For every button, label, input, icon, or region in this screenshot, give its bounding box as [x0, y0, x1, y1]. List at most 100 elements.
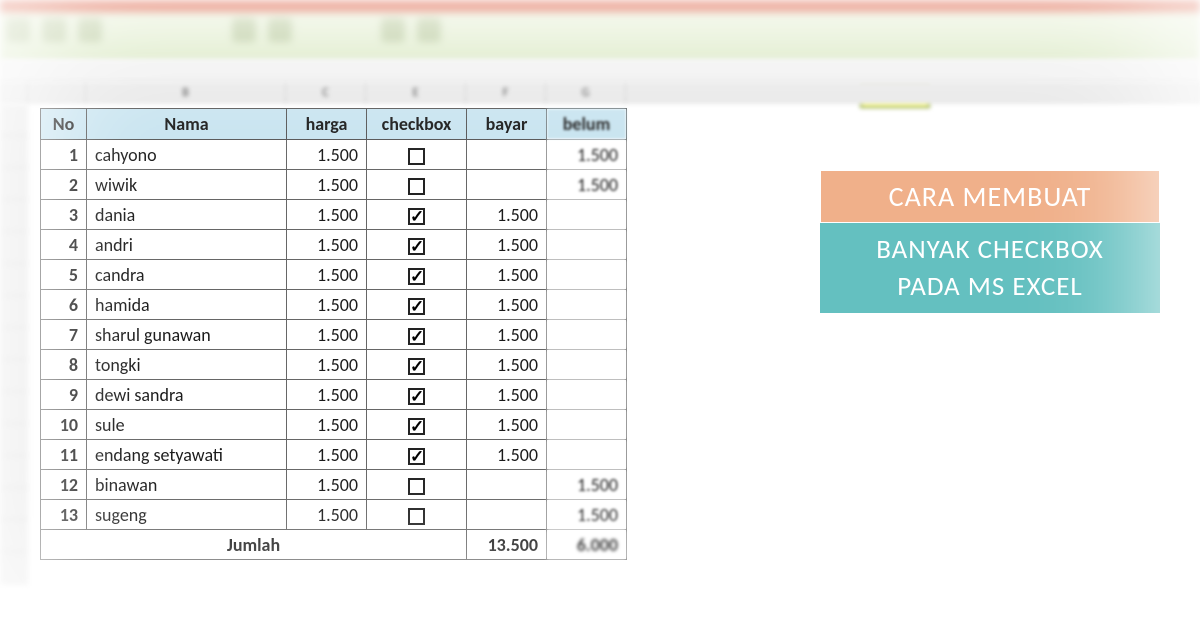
total-bayar[interactable]: 13.500 — [467, 530, 547, 560]
header-no[interactable]: No — [41, 109, 87, 140]
cell-belum[interactable]: 1.500 — [547, 170, 627, 200]
cell-belum[interactable] — [547, 200, 627, 230]
cell-belum[interactable] — [547, 320, 627, 350]
cell-no[interactable]: 5 — [41, 260, 87, 290]
cell-nama[interactable]: wiwik — [87, 170, 287, 200]
checkbox-icon[interactable] — [408, 328, 425, 345]
cell-checkbox[interactable] — [367, 320, 467, 350]
checkbox-icon[interactable] — [408, 448, 425, 465]
checkbox-icon[interactable] — [408, 388, 425, 405]
cell-bayar[interactable] — [467, 500, 547, 530]
cell-belum[interactable] — [547, 230, 627, 260]
cell-belum[interactable] — [547, 290, 627, 320]
cell-no[interactable]: 3 — [41, 200, 87, 230]
header-harga[interactable]: harga — [287, 109, 367, 140]
cell-bayar[interactable]: 1.500 — [467, 260, 547, 290]
cell-nama[interactable]: sharul gunawan — [87, 320, 287, 350]
cell-no[interactable]: 12 — [41, 470, 87, 500]
checkbox-icon[interactable] — [408, 358, 425, 375]
cell-belum[interactable]: 1.500 — [547, 140, 627, 170]
checkbox-icon[interactable] — [408, 148, 425, 165]
cell-nama[interactable]: sule — [87, 410, 287, 440]
cell-checkbox[interactable] — [367, 470, 467, 500]
total-label[interactable]: Jumlah — [41, 530, 467, 560]
cell-harga[interactable]: 1.500 — [287, 230, 367, 260]
cell-checkbox[interactable] — [367, 170, 467, 200]
cell-no[interactable]: 6 — [41, 290, 87, 320]
cell-checkbox[interactable] — [367, 290, 467, 320]
checkbox-icon[interactable] — [408, 298, 425, 315]
cell-nama[interactable]: dewi sandra — [87, 380, 287, 410]
cell-bayar[interactable] — [467, 140, 547, 170]
cell-belum[interactable] — [547, 260, 627, 290]
cell-checkbox[interactable] — [367, 440, 467, 470]
cell-harga[interactable]: 1.500 — [287, 380, 367, 410]
header-bayar[interactable]: bayar — [467, 109, 547, 140]
header-belum[interactable]: belum — [547, 109, 627, 140]
cell-no[interactable]: 7 — [41, 320, 87, 350]
cell-harga[interactable]: 1.500 — [287, 470, 367, 500]
cell-harga[interactable]: 1.500 — [287, 500, 367, 530]
cell-harga[interactable]: 1.500 — [287, 140, 367, 170]
cell-bayar[interactable]: 1.500 — [467, 350, 547, 380]
checkbox-icon[interactable] — [408, 178, 425, 195]
cell-harga[interactable]: 1.500 — [287, 410, 367, 440]
checkbox-icon[interactable] — [408, 418, 425, 435]
cell-bayar[interactable]: 1.500 — [467, 410, 547, 440]
cell-belum[interactable]: 1.500 — [547, 470, 627, 500]
cell-harga[interactable]: 1.500 — [287, 320, 367, 350]
cell-harga[interactable]: 1.500 — [287, 170, 367, 200]
cell-nama[interactable]: dania — [87, 200, 287, 230]
cell-harga[interactable]: 1.500 — [287, 350, 367, 380]
checkbox-icon[interactable] — [408, 268, 425, 285]
checkbox-icon[interactable] — [408, 478, 425, 495]
cell-nama[interactable]: tongki — [87, 350, 287, 380]
cell-nama[interactable]: sugeng — [87, 500, 287, 530]
cell-checkbox[interactable] — [367, 410, 467, 440]
cell-bayar[interactable]: 1.500 — [467, 290, 547, 320]
cell-checkbox[interactable] — [367, 200, 467, 230]
cell-no[interactable]: 9 — [41, 380, 87, 410]
cell-nama[interactable]: cahyono — [87, 140, 287, 170]
cell-nama[interactable]: andri — [87, 230, 287, 260]
cell-belum[interactable] — [547, 410, 627, 440]
cell-checkbox[interactable] — [367, 350, 467, 380]
cell-bayar[interactable]: 1.500 — [467, 200, 547, 230]
cell-no[interactable]: 11 — [41, 440, 87, 470]
cell-bayar[interactable]: 1.500 — [467, 320, 547, 350]
cell-checkbox[interactable] — [367, 500, 467, 530]
cell-belum[interactable] — [547, 440, 627, 470]
cell-harga[interactable]: 1.500 — [287, 290, 367, 320]
cell-harga[interactable]: 1.500 — [287, 260, 367, 290]
cell-nama[interactable]: hamida — [87, 290, 287, 320]
cell-bayar[interactable]: 1.500 — [467, 380, 547, 410]
header-nama[interactable]: Nama — [87, 109, 287, 140]
cell-checkbox[interactable] — [367, 380, 467, 410]
cell-bayar[interactable] — [467, 170, 547, 200]
cell-checkbox[interactable] — [367, 140, 467, 170]
cell-no[interactable]: 8 — [41, 350, 87, 380]
column-headers[interactable]: B C E F G — [0, 82, 1200, 104]
formula-bar[interactable] — [0, 60, 1200, 82]
cell-bayar[interactable] — [467, 470, 547, 500]
cell-harga[interactable]: 1.500 — [287, 440, 367, 470]
cell-bayar[interactable]: 1.500 — [467, 440, 547, 470]
checkbox-icon[interactable] — [408, 508, 425, 525]
cell-no[interactable]: 1 — [41, 140, 87, 170]
cell-no[interactable]: 4 — [41, 230, 87, 260]
cell-nama[interactable]: candra — [87, 260, 287, 290]
cell-belum[interactable]: 1.500 — [547, 500, 627, 530]
checkbox-icon[interactable] — [408, 208, 425, 225]
cell-no[interactable]: 13 — [41, 500, 87, 530]
header-checkbox[interactable]: checkbox — [367, 109, 467, 140]
cell-belum[interactable] — [547, 380, 627, 410]
cell-nama[interactable]: endang setyawati — [87, 440, 287, 470]
cell-no[interactable]: 10 — [41, 410, 87, 440]
row-headers[interactable] — [0, 104, 28, 584]
cell-no[interactable]: 2 — [41, 170, 87, 200]
cell-checkbox[interactable] — [367, 230, 467, 260]
cell-nama[interactable]: binawan — [87, 470, 287, 500]
checkbox-icon[interactable] — [408, 238, 425, 255]
cell-checkbox[interactable] — [367, 260, 467, 290]
total-belum[interactable]: 6.000 — [547, 530, 627, 560]
